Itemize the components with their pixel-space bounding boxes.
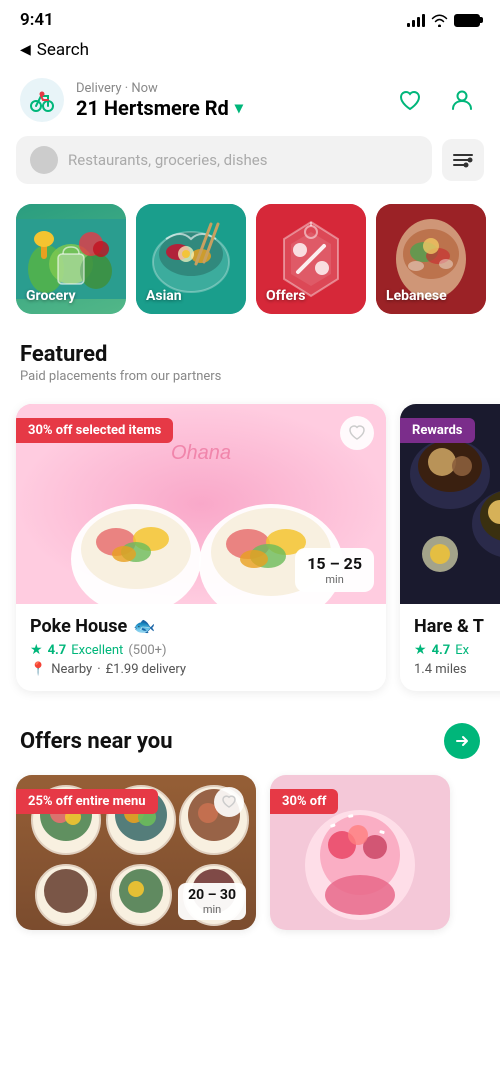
category-offers[interactable]: Offers (256, 204, 366, 314)
asian-label: Asian (146, 288, 182, 304)
offer-1-image: 25% off entire menu 20 – 30 min (16, 775, 256, 930)
featured-subtitle: Paid placements from our partners (20, 369, 480, 384)
signal-icon (407, 13, 425, 27)
search-input-wrap[interactable]: Restaurants, groceries, dishes (16, 136, 432, 184)
search-avatar (30, 146, 58, 174)
poke-house-nearby: Nearby (51, 662, 92, 677)
status-bar: 9:41 (0, 0, 500, 36)
offers-cards-row: 25% off entire menu 20 – 30 min (0, 763, 500, 950)
address-main[interactable]: 21 Hertsmere Rd ▾ (76, 96, 243, 120)
offers-arrow-button[interactable] (444, 723, 480, 759)
battery-icon (454, 14, 480, 27)
filter-button[interactable] (442, 139, 484, 181)
offer-2-badge: 30% off (270, 789, 338, 814)
offer-1-time: 20 – 30 (188, 887, 236, 903)
status-icons (407, 13, 480, 27)
delivery-mode-label: Delivery · Now (76, 81, 243, 96)
featured-header: Featured Paid placements from our partne… (0, 334, 500, 388)
restaurant-card-hare[interactable]: Rewards Hare & T ★ 4.7 Ex 1.4 miles (400, 404, 500, 691)
search-placeholder: Restaurants, groceries, dishes (68, 151, 267, 169)
hare-name: Hare & T (414, 616, 500, 637)
featured-title: Featured (20, 342, 480, 367)
poke-house-emoji: 🐟 (133, 616, 155, 637)
status-time: 9:41 (20, 10, 54, 30)
hare-info: Hare & T ★ 4.7 Ex 1.4 miles (400, 604, 500, 691)
hare-rating: ★ 4.7 Ex (414, 642, 500, 658)
category-grocery[interactable]: Grocery (16, 204, 126, 314)
poke-house-delivery: £1.99 delivery (106, 662, 186, 677)
offers-near-you-title: Offers near you (20, 729, 173, 754)
hare-score: 4.7 (432, 643, 451, 658)
offer-card-2[interactable]: 30% off (270, 775, 450, 930)
offer-1-badge: 25% off entire menu (16, 789, 158, 814)
poke-house-time-unit: min (307, 573, 362, 586)
lebanese-label: Lebanese (386, 288, 447, 304)
poke-house-name: Poke House 🐟 (30, 616, 372, 637)
favorites-button[interactable] (392, 82, 428, 118)
poke-house-time-value: 15 – 25 (307, 554, 362, 573)
poke-house-count: (500+) (128, 643, 166, 658)
categories-row: Grocery Asian (0, 200, 500, 334)
hare-nearby: 1.4 miles (414, 662, 467, 677)
search-row: Restaurants, groceries, dishes (0, 136, 500, 200)
category-asian[interactable]: Asian (136, 204, 246, 314)
offer-1-heart-button[interactable] (214, 787, 244, 817)
address-left: Delivery · Now 21 Hertsmere Rd ▾ (20, 78, 243, 122)
wifi-icon (431, 14, 448, 27)
person-icon (449, 87, 475, 113)
hare-rating-label: Ex (455, 643, 469, 658)
street-address: 21 Hertsmere Rd (76, 96, 229, 120)
poke-house-rating: ★ 4.7 Excellent (500+) (30, 642, 372, 658)
offer-card-1[interactable]: 25% off entire menu 20 – 30 min (16, 775, 256, 930)
address-actions (392, 82, 480, 118)
poke-house-score: 4.7 (48, 643, 67, 658)
grocery-label: Grocery (26, 288, 76, 304)
offers-label: Offers (266, 288, 305, 304)
poke-house-info: Poke House 🐟 ★ 4.7 Excellent (500+) 📍 Ne… (16, 604, 386, 691)
hare-meta: 1.4 miles (414, 662, 500, 677)
search-back-label: Search (37, 40, 89, 60)
star-icon: ★ (30, 642, 43, 658)
arrow-right-icon (454, 733, 470, 749)
category-lebanese[interactable]: Lebanese (376, 204, 486, 314)
offer-1-unit: min (188, 903, 236, 916)
filter-icon (452, 151, 474, 169)
back-arrow-icon: ◀ (20, 42, 31, 58)
pin-icon: 📍 (30, 662, 46, 677)
poke-house-badge: 30% off selected items (16, 418, 173, 443)
offer-1-time-badge: 20 – 30 min (178, 883, 246, 920)
address-chevron-icon: ▾ (235, 98, 243, 117)
profile-button[interactable] (444, 82, 480, 118)
hare-image: Rewards (400, 404, 500, 604)
hare-star-icon: ★ (414, 642, 427, 658)
address-text[interactable]: Delivery · Now 21 Hertsmere Rd ▾ (76, 81, 243, 120)
svg-text:Ohana: Ohana (171, 442, 231, 464)
restaurant-card-poke-house[interactable]: Ohana 30% off selected items 15 – 25 min… (16, 404, 386, 691)
poke-house-rating-label: Excellent (71, 643, 123, 658)
offer-2-image: 30% off (270, 775, 450, 930)
poke-house-meta: 📍 Nearby · £1.99 delivery (30, 662, 372, 677)
poke-house-heart-button[interactable] (340, 416, 374, 450)
delivery-mode-icon (20, 78, 64, 122)
poke-house-dot: · (97, 662, 100, 677)
heart-icon (397, 87, 423, 113)
hare-badge: Rewards (400, 418, 475, 443)
featured-cards-row: Ohana 30% off selected items 15 – 25 min… (0, 388, 500, 711)
poke-house-image: Ohana 30% off selected items 15 – 25 min (16, 404, 386, 604)
address-bar: Delivery · Now 21 Hertsmere Rd ▾ (0, 70, 500, 136)
offers-section-header: Offers near you (0, 711, 500, 763)
search-back-nav[interactable]: ◀ Search (0, 36, 500, 70)
poke-house-time-badge: 15 – 25 min (295, 548, 374, 592)
